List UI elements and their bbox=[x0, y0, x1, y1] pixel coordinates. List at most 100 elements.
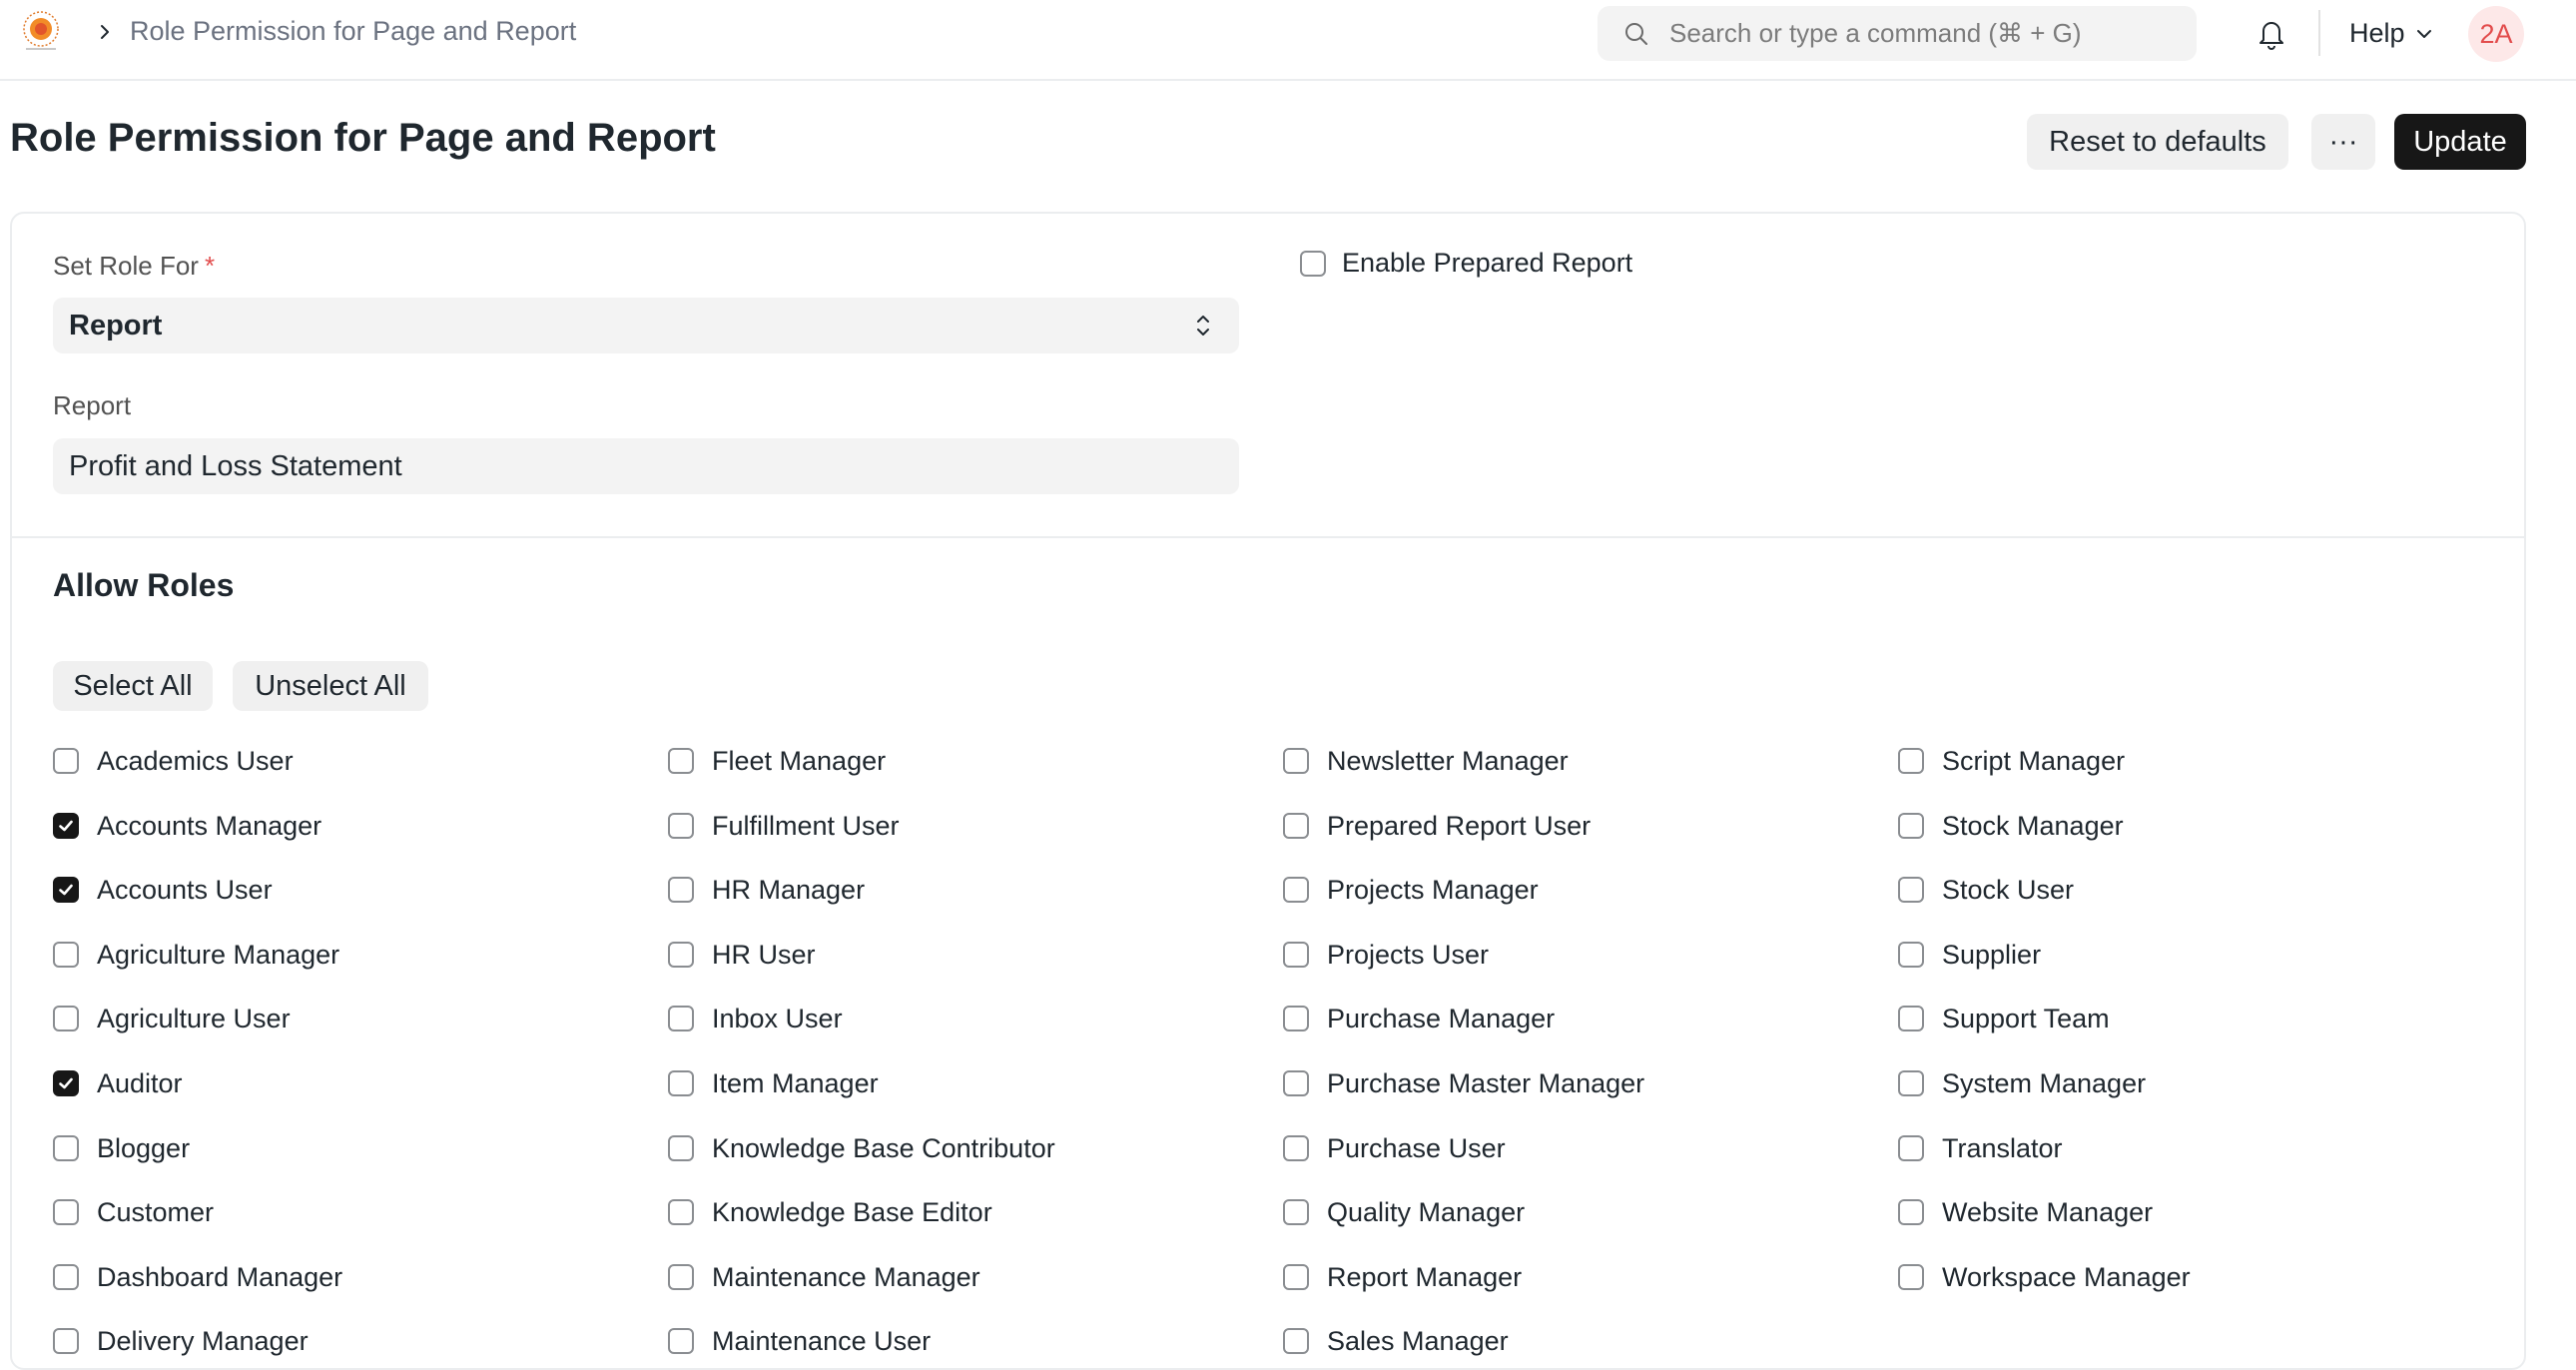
role-option[interactable]: Fleet Manager bbox=[668, 743, 886, 779]
enable-prepared-report-checkbox[interactable] bbox=[1300, 250, 1326, 277]
role-checkbox[interactable] bbox=[1898, 1199, 1924, 1225]
role-checkbox[interactable] bbox=[668, 748, 694, 774]
set-role-for-label: Set Role For * bbox=[53, 251, 215, 282]
enable-prepared-report-option[interactable]: Enable Prepared Report bbox=[1300, 248, 1632, 279]
role-option[interactable]: Maintenance Manager bbox=[668, 1259, 980, 1295]
role-option[interactable]: Workspace Manager bbox=[1898, 1259, 2191, 1295]
role-option[interactable]: Inbox User bbox=[668, 1001, 843, 1036]
select-all-button[interactable]: Select All bbox=[53, 661, 213, 711]
more-actions-button[interactable]: ··· bbox=[2311, 114, 2375, 170]
role-checkbox[interactable] bbox=[53, 1264, 79, 1290]
set-role-for-select[interactable]: Report bbox=[53, 298, 1239, 353]
role-checkbox[interactable] bbox=[668, 1070, 694, 1096]
role-option[interactable]: Maintenance User bbox=[668, 1323, 931, 1359]
role-checkbox[interactable] bbox=[1898, 877, 1924, 903]
role-checkbox[interactable] bbox=[1283, 877, 1309, 903]
role-option[interactable]: Delivery Manager bbox=[53, 1323, 309, 1359]
role-checkbox[interactable] bbox=[668, 813, 694, 839]
role-checkbox[interactable] bbox=[668, 877, 694, 903]
role-option[interactable]: Translator bbox=[1898, 1130, 2063, 1166]
role-checkbox[interactable] bbox=[53, 1070, 79, 1096]
role-checkbox[interactable] bbox=[668, 1328, 694, 1354]
role-option[interactable]: Quality Manager bbox=[1283, 1194, 1525, 1230]
role-checkbox[interactable] bbox=[668, 1199, 694, 1225]
role-option[interactable]: Report Manager bbox=[1283, 1259, 1522, 1295]
role-option[interactable]: Newsletter Manager bbox=[1283, 743, 1569, 779]
role-option[interactable]: System Manager bbox=[1898, 1065, 2146, 1101]
role-checkbox[interactable] bbox=[1283, 748, 1309, 774]
role-checkbox[interactable] bbox=[53, 813, 79, 839]
unselect-all-button[interactable]: Unselect All bbox=[233, 661, 428, 711]
role-option[interactable]: Website Manager bbox=[1898, 1194, 2153, 1230]
role-option[interactable]: Knowledge Base Editor bbox=[668, 1194, 992, 1230]
role-checkbox[interactable] bbox=[1283, 1135, 1309, 1161]
role-checkbox[interactable] bbox=[668, 1264, 694, 1290]
role-checkbox[interactable] bbox=[1283, 1006, 1309, 1031]
role-checkbox[interactable] bbox=[1283, 1328, 1309, 1354]
role-checkbox[interactable] bbox=[53, 1135, 79, 1161]
role-option[interactable]: HR Manager bbox=[668, 872, 865, 908]
role-checkbox[interactable] bbox=[1283, 813, 1309, 839]
role-option[interactable]: Purchase User bbox=[1283, 1130, 1506, 1166]
role-checkbox[interactable] bbox=[668, 942, 694, 968]
role-option[interactable]: Customer bbox=[53, 1194, 214, 1230]
role-checkbox[interactable] bbox=[1898, 942, 1924, 968]
app-logo[interactable] bbox=[18, 8, 64, 54]
search-bar[interactable]: Search or type a command (⌘ + G) bbox=[1598, 6, 2197, 61]
role-option[interactable]: Blogger bbox=[53, 1130, 190, 1166]
role-option[interactable]: Prepared Report User bbox=[1283, 808, 1591, 844]
role-option[interactable]: Agriculture Manager bbox=[53, 937, 339, 973]
role-option[interactable]: Agriculture User bbox=[53, 1001, 291, 1036]
role-option[interactable]: Dashboard Manager bbox=[53, 1259, 342, 1295]
avatar[interactable]: 2A bbox=[2468, 6, 2524, 62]
role-option[interactable]: Item Manager bbox=[668, 1065, 879, 1101]
role-checkbox[interactable] bbox=[1283, 942, 1309, 968]
role-checkbox[interactable] bbox=[1283, 1199, 1309, 1225]
reset-to-defaults-button[interactable]: Reset to defaults bbox=[2027, 114, 2288, 170]
role-checkbox[interactable] bbox=[53, 942, 79, 968]
role-checkbox[interactable] bbox=[53, 1199, 79, 1225]
role-option[interactable]: Purchase Master Manager bbox=[1283, 1065, 1644, 1101]
role-option[interactable]: Accounts User bbox=[53, 872, 273, 908]
search-input[interactable]: Search or type a command (⌘ + G) bbox=[1669, 18, 2082, 49]
role-label: Dashboard Manager bbox=[97, 1261, 343, 1292]
role-checkbox[interactable] bbox=[53, 1328, 79, 1354]
role-checkbox[interactable] bbox=[53, 877, 79, 903]
role-option[interactable]: Fulfillment User bbox=[668, 808, 900, 844]
help-dropdown[interactable]: Help bbox=[2349, 18, 2433, 49]
update-button[interactable]: Update bbox=[2394, 114, 2526, 170]
role-option[interactable]: HR User bbox=[668, 937, 816, 973]
report-field[interactable]: Profit and Loss Statement bbox=[53, 438, 1239, 494]
role-option[interactable]: Support Team bbox=[1898, 1001, 2110, 1036]
role-checkbox[interactable] bbox=[1898, 813, 1924, 839]
role-option[interactable]: Sales Manager bbox=[1283, 1323, 1509, 1359]
role-option[interactable]: Projects User bbox=[1283, 937, 1489, 973]
role-option[interactable]: Purchase Manager bbox=[1283, 1001, 1555, 1036]
breadcrumb-current[interactable]: Role Permission for Page and Report bbox=[130, 16, 576, 47]
role-option[interactable]: Knowledge Base Contributor bbox=[668, 1130, 1055, 1166]
role-option[interactable]: Supplier bbox=[1898, 937, 2041, 973]
role-label: Support Team bbox=[1942, 1003, 2110, 1033]
role-option[interactable]: Academics User bbox=[53, 743, 294, 779]
role-checkbox[interactable] bbox=[1898, 748, 1924, 774]
role-checkbox[interactable] bbox=[53, 1006, 79, 1031]
role-checkbox[interactable] bbox=[1898, 1006, 1924, 1031]
role-label: System Manager bbox=[1942, 1067, 2147, 1098]
role-option[interactable]: Stock User bbox=[1898, 872, 2074, 908]
role-checkbox[interactable] bbox=[1283, 1264, 1309, 1290]
set-role-for-value: Report bbox=[69, 309, 163, 342]
role-checkbox[interactable] bbox=[1898, 1070, 1924, 1096]
role-option[interactable]: Projects Manager bbox=[1283, 872, 1539, 908]
search-icon bbox=[1625, 22, 1647, 45]
role-checkbox[interactable] bbox=[1898, 1135, 1924, 1161]
role-option[interactable]: Script Manager bbox=[1898, 743, 2125, 779]
bell-icon[interactable] bbox=[2255, 16, 2287, 50]
role-option[interactable]: Stock Manager bbox=[1898, 808, 2124, 844]
role-checkbox[interactable] bbox=[1283, 1070, 1309, 1096]
role-option[interactable]: Accounts Manager bbox=[53, 808, 322, 844]
role-checkbox[interactable] bbox=[668, 1135, 694, 1161]
role-checkbox[interactable] bbox=[53, 748, 79, 774]
role-checkbox[interactable] bbox=[1898, 1264, 1924, 1290]
role-option[interactable]: Auditor bbox=[53, 1065, 183, 1101]
role-checkbox[interactable] bbox=[668, 1006, 694, 1031]
